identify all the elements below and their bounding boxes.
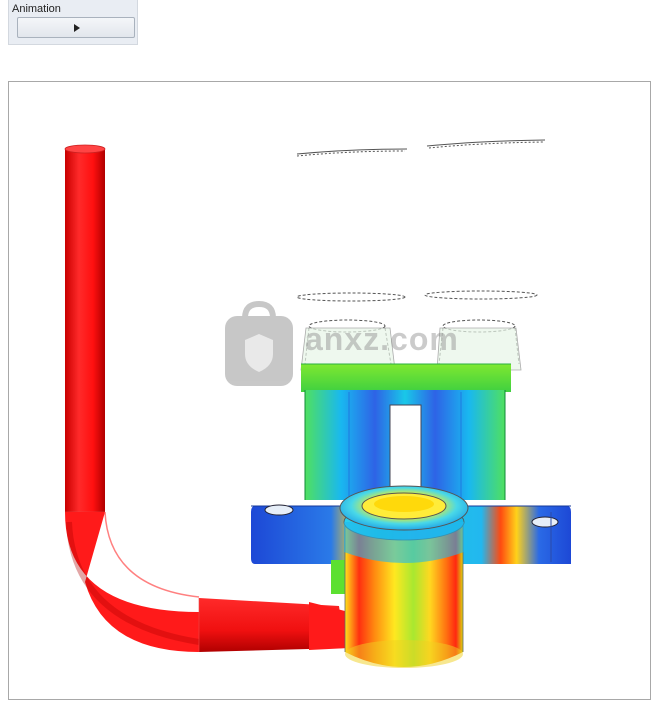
simulation-model [64, 139, 571, 668]
play-icon [74, 24, 80, 32]
watermark-logo [225, 300, 293, 386]
animation-panel-title: Animation [12, 3, 61, 15]
animation-panel: Animation [8, 0, 138, 45]
watermark-text: anxz.com [305, 321, 459, 357]
3d-viewport[interactable]: anxz.com [8, 81, 651, 700]
play-button[interactable] [17, 17, 135, 38]
